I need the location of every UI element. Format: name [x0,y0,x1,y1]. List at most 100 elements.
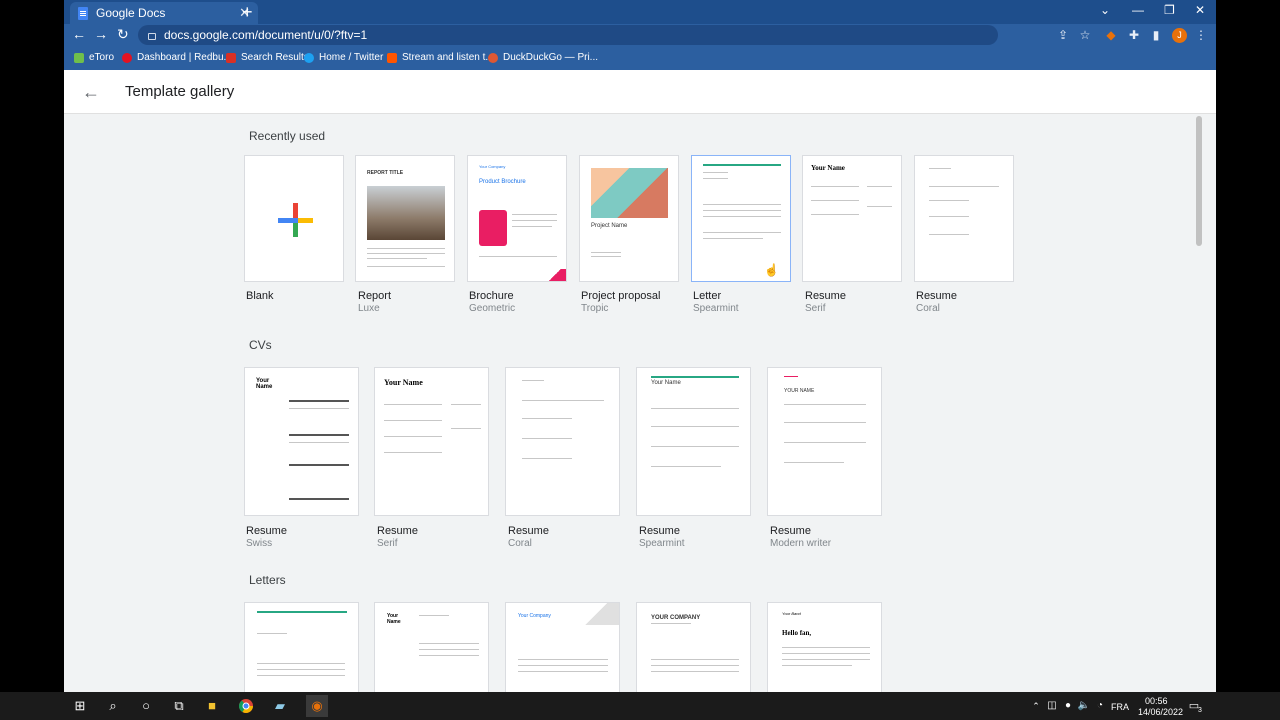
extension-fox-icon[interactable]: ◆ [1104,28,1118,42]
bookmark-label: Stream and listen t... [402,52,494,63]
etoro-icon [74,52,84,63]
thumb-company: YOUR COMPANY [651,615,701,621]
template-card-resume-coral[interactable] [914,155,1014,282]
search-icon[interactable]: ⌕ [105,698,121,714]
template-card-project-proposal[interactable]: Project Name [579,155,679,282]
minimize-icon[interactable]: — [1132,3,1144,17]
bookmark-label: Dashboard | Redbu... [137,52,232,63]
template-card-brochure[interactable]: Your Company Product Brochure [467,155,567,282]
thumb-line [257,633,287,634]
spearmint-bar [257,611,347,613]
menu-dots-icon[interactable]: ⋮ [1194,28,1208,42]
thumb-line [289,434,349,436]
address-bar[interactable]: docs.google.com/document/u/0/?ftv=1 [138,25,998,45]
bookmark-etoro[interactable]: eToro [74,52,114,63]
thumb-line [419,643,479,644]
thumb-hello: Hello fan, [782,629,812,637]
tab-search-icon[interactable]: ⌄ [1100,3,1110,17]
bookmark-twitter[interactable]: Home / Twitter [304,52,383,63]
show-hidden-icons-icon[interactable]: ⌃ [1028,698,1044,714]
template-card-letter-2[interactable]: Your Name [374,602,489,692]
template-card-resume-modern-writer[interactable]: YOUR NAME [767,367,882,516]
share-icon[interactable]: ⇪ [1056,28,1070,42]
cortana-icon[interactable]: ○ [138,698,154,714]
extensions-puzzle-icon[interactable]: ✚ [1127,28,1141,42]
bookmark-redbubble[interactable]: Dashboard | Redbu... [122,52,232,63]
template-card-blank[interactable] [244,155,344,282]
task-view-icon[interactable]: ⧉ [171,698,187,714]
template-card-resume-spearmint[interactable]: Your Name [636,367,751,516]
thumb-line [257,675,345,676]
language-indicator[interactable]: FRA [1111,702,1129,712]
card-subtitle: Luxe [358,303,380,314]
bookmark-duckduckgo[interactable]: DuckDuckGo — Pri... [488,52,598,63]
template-card-report[interactable]: REPORT TITLE [355,155,455,282]
clock-date[interactable]: 14/06/2022 [1138,707,1183,717]
bookmark-soundcloud[interactable]: Stream and listen t... [387,52,494,63]
network-icon[interactable]: ◫ [1044,698,1060,714]
back-arrow-icon[interactable]: ← [82,82,100,102]
side-panel-icon[interactable]: ▮ [1149,28,1163,42]
card-subtitle: Serif [377,538,398,549]
speaker-icon[interactable]: 🔈 [1076,698,1092,714]
corner-accent [584,603,619,625]
template-card-letter[interactable]: ☝ [691,155,791,282]
bookmark-label: Home / Twitter [319,52,384,63]
thumb-line [782,659,870,660]
template-card-letter-3[interactable]: Your Company [505,602,620,692]
template-card-letter-1[interactable] [244,602,359,692]
thumb-line [479,256,557,257]
corner-accent [540,269,566,281]
tab-google-docs[interactable]: Google Docs ✕ [70,2,258,24]
thumb-line [703,210,781,211]
thumb-line [518,665,608,666]
file-explorer-icon[interactable]: ■ [204,698,220,714]
template-card-resume-serif[interactable]: Your Name [802,155,902,282]
template-card-letter-5[interactable]: Your Band Hello fan, [767,602,882,692]
reload-icon[interactable]: ↻ [117,26,129,43]
forward-icon[interactable]: → [94,26,108,42]
template-card-resume-swiss[interactable]: Your Name [244,367,359,516]
active-app-icon[interactable]: ◉ [306,695,328,717]
app-icon[interactable]: ▰ [272,698,288,714]
chrome-icon[interactable] [238,698,254,714]
profile-avatar[interactable]: J [1172,28,1187,43]
card-subtitle: Modern writer [770,538,832,549]
card-subtitle: Tropic [581,303,609,314]
template-card-resume-serif-cv[interactable]: Your Name [374,367,489,516]
restore-icon[interactable]: ❐ [1164,3,1175,17]
notification-count: 3 [1198,707,1202,714]
thumb-line [289,400,349,402]
thumb-line [703,216,781,217]
thumb-line [782,653,870,654]
card-subtitle: Serif [805,303,826,314]
bookmark-label: Search Results [241,52,309,63]
windows-start-icon[interactable]: ⊞ [72,698,88,714]
thumb-line [929,186,999,187]
microphone-icon[interactable]: ● [1060,698,1076,714]
bookmark-label: DuckDuckGo — Pri... [503,52,599,63]
thumb-line [703,172,728,173]
close-window-icon[interactable]: ✕ [1195,3,1205,17]
thumb-line [651,665,739,666]
plus-icon [278,203,313,237]
clock-time[interactable]: 00:56 [1145,696,1168,706]
thumb-line [784,404,866,405]
url-text: docs.google.com/document/u/0/?ftv=1 [164,28,368,42]
template-card-resume-coral-cv[interactable] [505,367,620,516]
redbubble-icon [122,52,132,63]
thumb-line [784,422,866,423]
template-card-letter-4[interactable]: YOUR COMPANY [636,602,751,692]
bookmark-star-icon[interactable]: ☆ [1078,28,1092,42]
card-title: Resume [770,525,811,537]
page-scrollbar[interactable] [1196,116,1202,246]
thumb-line [289,464,349,466]
phone-image [479,210,507,246]
bookmark-search-results[interactable]: Search Results [226,52,309,63]
thumb-line [782,647,870,648]
new-tab-icon[interactable]: + [242,2,253,22]
wifi-icon[interactable]: ◔ [1092,698,1108,714]
back-icon[interactable]: ← [72,26,86,42]
card-title: Blank [246,290,274,302]
thumb-line [451,404,481,405]
